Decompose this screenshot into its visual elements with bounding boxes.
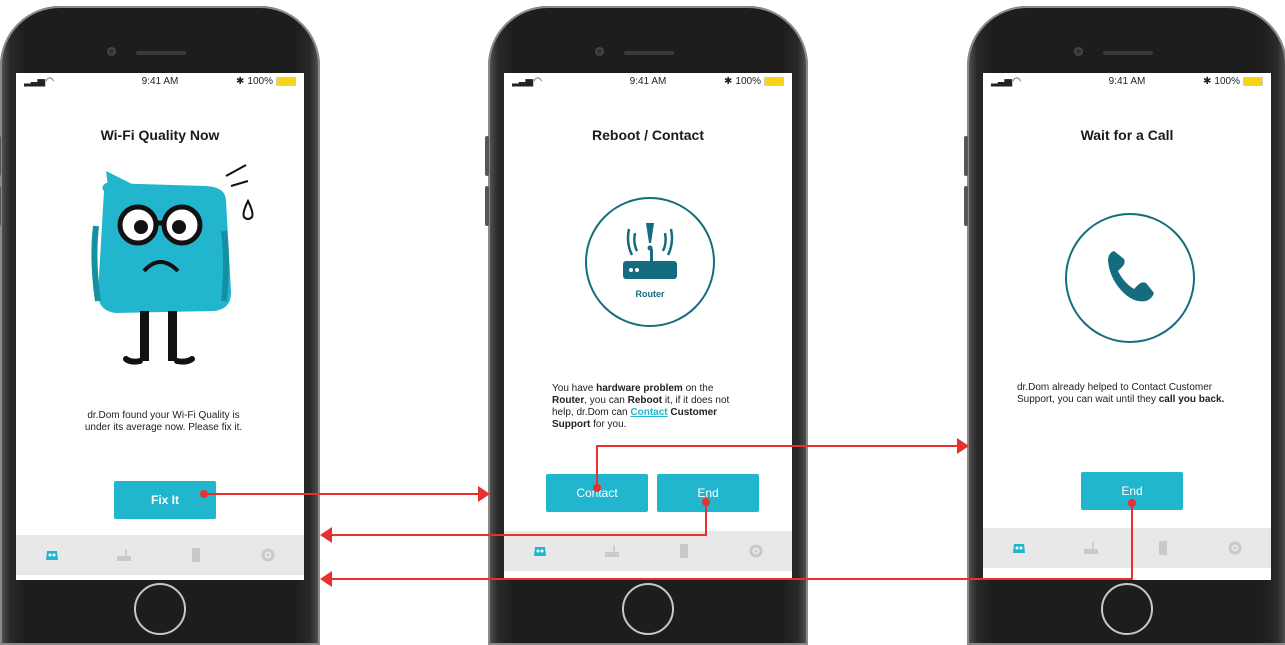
flow-arrows bbox=[200, 438, 1136, 587]
arrow-end-call-to-home bbox=[320, 499, 1136, 587]
arrow-fixit-to-reboot bbox=[200, 486, 490, 502]
arrow-end-to-home bbox=[320, 498, 710, 543]
arrow-contact-to-wait bbox=[593, 438, 969, 492]
